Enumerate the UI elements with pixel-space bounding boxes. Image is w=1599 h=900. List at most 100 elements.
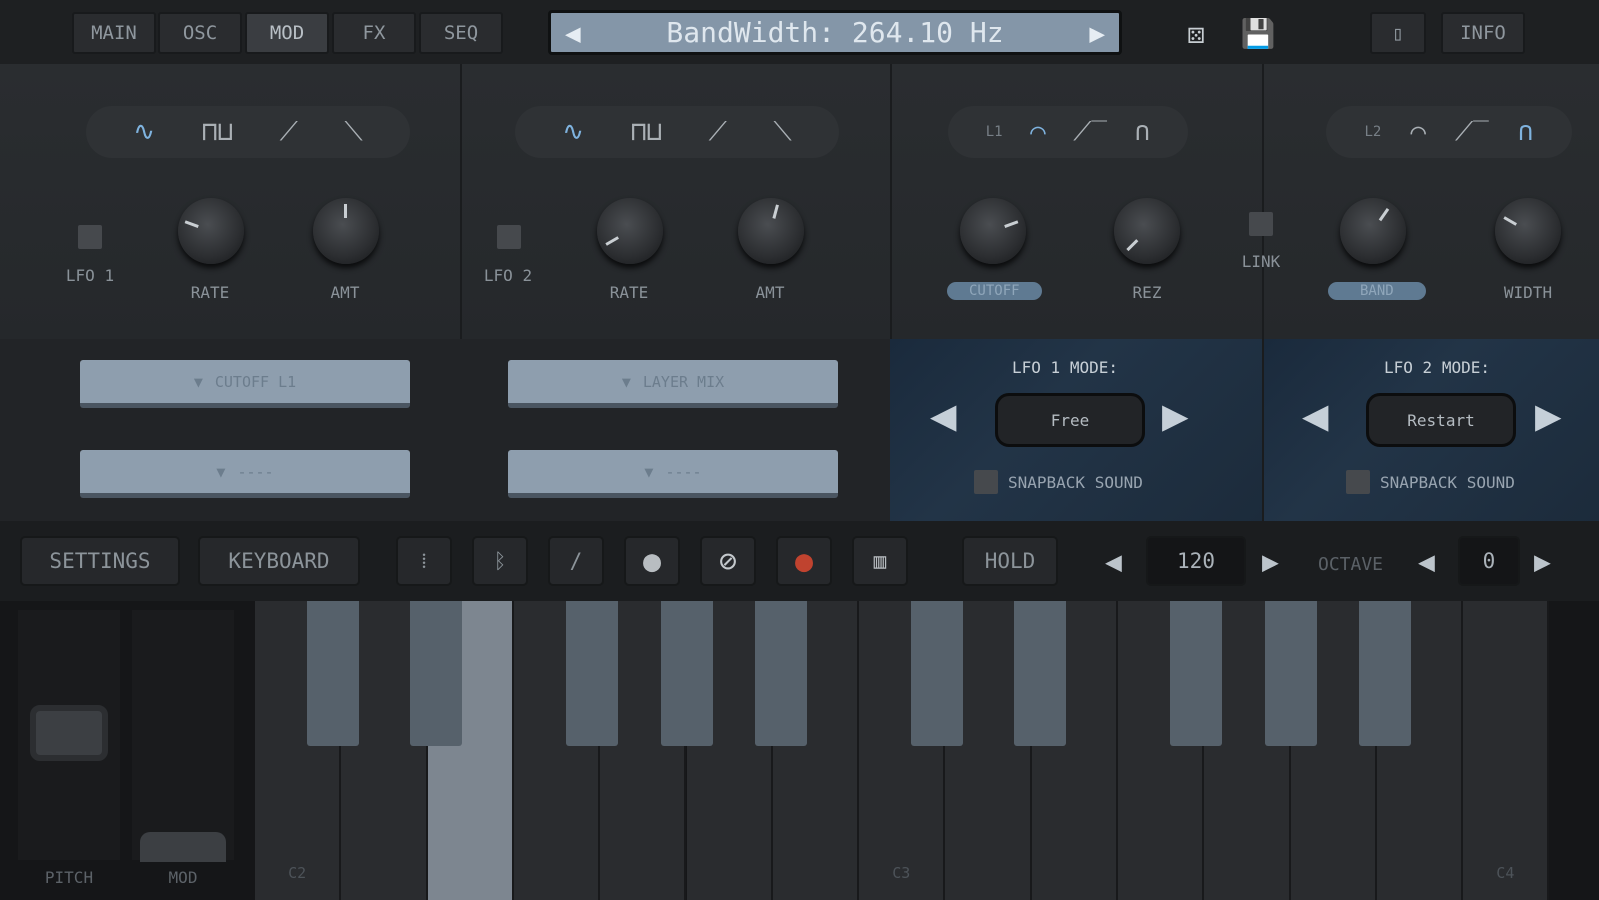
lowpass-icon[interactable]: ⌒ — [1030, 117, 1046, 147]
prev-arrow-icon[interactable]: ◀ — [565, 19, 581, 49]
black-key[interactable] — [660, 601, 713, 746]
lfo2-dest2-dropdown[interactable]: ▼ ---- — [508, 450, 838, 498]
chevron-down-icon: ▼ — [193, 372, 203, 391]
rez-knob[interactable] — [1114, 198, 1180, 264]
highpass-icon[interactable]: ⟋‾ — [1455, 117, 1489, 148]
snapback-checkbox[interactable] — [974, 470, 998, 494]
lfo1-snapback[interactable]: SNAPBACK SOUND — [974, 470, 1143, 494]
band-knob[interactable] — [1340, 198, 1406, 264]
tab-fx[interactable]: FX — [332, 12, 416, 54]
lfo1-amt-knob[interactable] — [313, 198, 379, 264]
bluetooth-icon[interactable]: ᛒ — [472, 536, 528, 586]
octave-up-icon[interactable]: ▶ — [1534, 545, 1551, 578]
lfo1-dest2-dropdown[interactable]: ▼ ---- — [80, 450, 410, 498]
lfo1-label: LFO 1 — [65, 266, 115, 285]
lfo2-snapback[interactable]: SNAPBACK SOUND — [1346, 470, 1515, 494]
mode-next-icon[interactable]: ▶ — [1162, 390, 1189, 441]
square-wave-icon[interactable]: ⊓⊔ — [631, 117, 662, 147]
black-key[interactable] — [754, 601, 807, 746]
piano-icon[interactable]: ▥ — [852, 536, 908, 586]
cutoff-knob[interactable] — [960, 198, 1026, 264]
ramp-up-icon[interactable]: ⟋ — [709, 117, 727, 148]
filter2-tag: L2 — [1364, 124, 1382, 140]
cutoff-label[interactable]: CUTOFF — [947, 282, 1042, 300]
mod-wheel[interactable] — [132, 610, 234, 862]
tab-mod[interactable]: MOD — [245, 12, 329, 54]
tempo-up-icon[interactable]: ▶ — [1262, 545, 1279, 578]
pitchbend-icon[interactable]: / — [548, 536, 604, 586]
black-key[interactable] — [409, 601, 462, 746]
lfo1-toggle[interactable] — [78, 225, 102, 249]
black-key[interactable] — [566, 601, 619, 746]
lfo2-toggle[interactable] — [497, 225, 521, 249]
mixer-icon[interactable]: ⁞ — [396, 536, 452, 586]
white-key[interactable]: C4 — [1463, 601, 1550, 900]
lfo2-label: LFO 2 — [483, 266, 533, 285]
bandpass-icon[interactable]: ∩ — [1135, 117, 1151, 147]
tab-seq[interactable]: SEQ — [419, 12, 503, 54]
tempo-value[interactable]: 120 — [1146, 536, 1246, 586]
octave-label: OCTAVE — [1318, 554, 1384, 575]
amt-label: AMT — [330, 283, 360, 302]
snapback-checkbox[interactable] — [1346, 470, 1370, 494]
ramp-down-icon[interactable]: ⟍ — [344, 117, 362, 148]
black-key[interactable] — [1013, 601, 1066, 746]
bandpass-icon[interactable]: ∩ — [1518, 117, 1534, 147]
rate-label: RATE — [190, 283, 230, 302]
mode-prev-icon[interactable]: ◀ — [1302, 390, 1329, 441]
parameter-display: ◀ BandWidth: 264.10 Hz ▶ — [548, 10, 1122, 55]
ramp-down-icon[interactable]: ⟍ — [773, 117, 791, 148]
hold-button[interactable]: HOLD — [962, 536, 1058, 586]
settings-button[interactable]: SETTINGS — [20, 536, 180, 586]
dice-icon[interactable]: ⚄ — [1166, 12, 1226, 54]
octave-down-icon[interactable]: ◀ — [1418, 545, 1435, 578]
key-label: C2 — [288, 864, 307, 882]
envelope-icon[interactable]: ● — [624, 536, 680, 586]
black-key[interactable] — [911, 601, 964, 746]
lfo2-wave-selector: ∿ ⊓⊔ ⟋ ⟍ — [515, 106, 839, 158]
tempo-down-icon[interactable]: ◀ — [1105, 545, 1122, 578]
lfo1-dest1-dropdown[interactable]: ▼ CUTOFF L1 — [80, 360, 410, 408]
key-label: C4 — [1496, 864, 1515, 882]
lfo2-dest1-dropdown[interactable]: ▼ LAYER MIX — [508, 360, 838, 408]
snapback-label: SNAPBACK SOUND — [1008, 472, 1143, 492]
sine-wave-icon[interactable]: ∿ — [133, 117, 155, 147]
pitch-wheel-handle[interactable] — [30, 705, 108, 761]
black-key[interactable] — [1170, 601, 1223, 746]
black-key[interactable] — [307, 601, 360, 746]
panic-icon[interactable]: ⊘ — [700, 536, 756, 586]
mod-wheel-handle[interactable] — [140, 832, 226, 862]
lfo1-rate-knob[interactable] — [178, 198, 244, 264]
lfo2-amt-knob[interactable] — [738, 198, 804, 264]
lfo2-rate-knob[interactable] — [597, 198, 663, 264]
keyboard-button[interactable]: KEYBOARD — [198, 536, 360, 586]
mode-prev-icon[interactable]: ◀ — [930, 390, 957, 441]
octave-value[interactable]: 0 — [1458, 536, 1520, 586]
info-button[interactable]: INFO — [1441, 12, 1525, 54]
mic-icon[interactable]: ▯ — [1370, 12, 1426, 54]
mode-next-icon[interactable]: ▶ — [1535, 390, 1562, 441]
width-knob[interactable] — [1495, 198, 1561, 264]
lowpass-icon[interactable]: ⌒ — [1410, 117, 1426, 147]
sine-wave-icon[interactable]: ∿ — [562, 117, 584, 147]
black-key[interactable] — [1358, 601, 1411, 746]
width-label: WIDTH — [1503, 283, 1553, 302]
tab-osc[interactable]: OSC — [158, 12, 242, 54]
highpass-icon[interactable]: ⟋‾ — [1073, 117, 1107, 148]
record-icon[interactable]: ● — [776, 536, 832, 586]
black-key[interactable] — [1264, 601, 1317, 746]
band-label[interactable]: BAND — [1328, 282, 1426, 300]
lfo1-mode-title: LFO 1 MODE: — [1012, 358, 1118, 377]
square-wave-icon[interactable]: ⊓⊔ — [202, 117, 233, 147]
amt-label: AMT — [755, 283, 785, 302]
link-toggle[interactable] — [1249, 212, 1273, 236]
key-label: C3 — [892, 864, 911, 882]
pitch-wheel[interactable] — [18, 610, 120, 860]
ramp-up-icon[interactable]: ⟋ — [280, 117, 298, 148]
tab-main[interactable]: MAIN — [72, 12, 156, 54]
save-icon[interactable]: 💾 — [1228, 12, 1288, 54]
link-label: LINK — [1241, 252, 1281, 271]
lfo1-wave-selector: ∿ ⊓⊔ ⟋ ⟍ — [86, 106, 410, 158]
next-arrow-icon[interactable]: ▶ — [1089, 19, 1105, 49]
filter2-type-selector: L2 ⌒ ⟋‾ ∩ — [1326, 106, 1572, 158]
